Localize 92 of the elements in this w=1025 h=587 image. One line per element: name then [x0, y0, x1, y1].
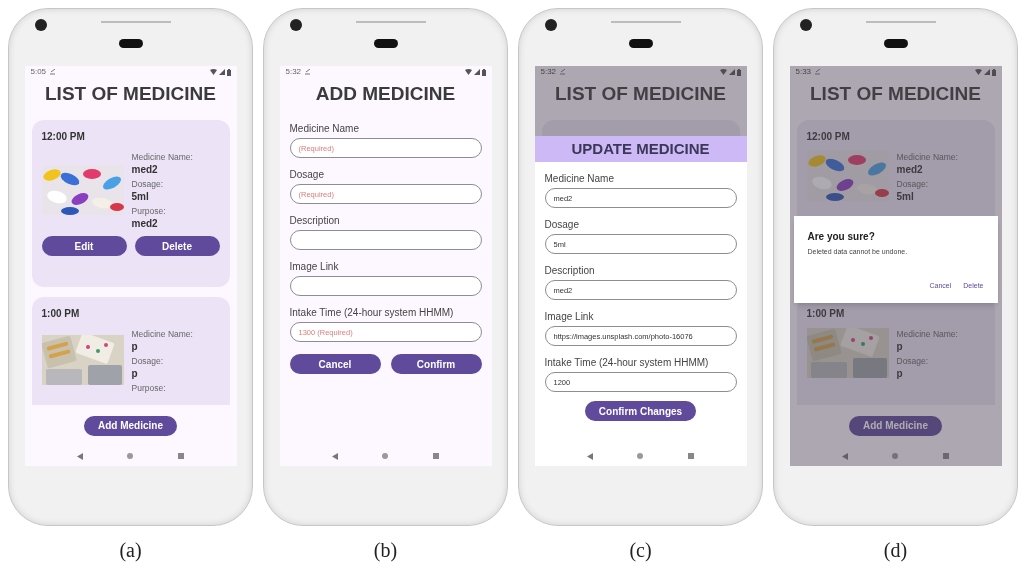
figure-caption: (b)	[373, 538, 398, 562]
button[interactable]: Add Medicine	[849, 415, 942, 436]
camera-icon	[35, 19, 47, 31]
notification-icon	[304, 69, 312, 75]
status-time: 5:32	[285, 68, 302, 76]
button[interactable]: Add Medicine	[84, 415, 177, 436]
field-value: p	[131, 367, 139, 380]
home-icon	[127, 453, 134, 459]
field-value: med2	[131, 217, 159, 230]
field-label: Dosage:	[131, 179, 165, 190]
signal-icon	[728, 69, 735, 75]
signal-icon	[473, 69, 480, 75]
screen-title: ADD MEDICINE	[314, 82, 457, 106]
screen-title: LIST OF MEDICINE	[554, 82, 727, 106]
wifi-icon	[974, 69, 982, 75]
field-value: p	[896, 340, 904, 353]
field-label: Dosage:	[896, 356, 930, 367]
battery-icon	[736, 68, 741, 76]
field-label: Intake Time (24-hour system HHMM)	[289, 306, 455, 319]
field-value: p	[896, 367, 904, 380]
field-label: Purpose:	[131, 383, 167, 394]
notification-icon	[49, 69, 57, 75]
field-label: Description	[544, 264, 596, 277]
screen-title: LIST OF MEDICINE	[809, 82, 982, 106]
home-icon	[637, 453, 644, 459]
field-label: Medicine Name:	[896, 329, 958, 340]
field-value: 5ml	[131, 190, 150, 203]
figure-caption: (d)	[883, 538, 908, 562]
back-icon	[586, 452, 593, 460]
recents-icon	[178, 453, 185, 459]
battery-icon	[226, 68, 231, 76]
battery-icon	[991, 68, 996, 76]
home-icon	[382, 453, 389, 459]
intake-time: 12:00 PM	[806, 130, 851, 143]
camera-icon	[545, 19, 557, 31]
notification-icon	[559, 69, 567, 75]
intake-time: 1:00 PM	[806, 307, 846, 320]
field-label: Image Link	[544, 310, 595, 323]
field-label: Medicine Name:	[131, 152, 193, 163]
wifi-icon	[209, 69, 217, 75]
field-label: Dosage	[289, 168, 325, 181]
field-label: Dosage	[544, 218, 580, 231]
figure-caption: (a)	[119, 538, 142, 562]
button[interactable]: Confirm Changes	[584, 401, 697, 421]
earpiece	[119, 39, 143, 48]
notification-icon	[814, 69, 822, 75]
field-label: Medicine Name	[289, 122, 360, 135]
button[interactable]: Cancel	[289, 354, 381, 374]
home-icon	[892, 453, 899, 459]
status-time: 5:32	[540, 68, 557, 76]
back-icon	[841, 452, 848, 460]
screen-title: LIST OF MEDICINE	[44, 82, 217, 106]
camera-icon	[290, 19, 302, 31]
button[interactable]: Delete	[134, 236, 220, 256]
intake-time: 1:00 PM	[41, 307, 81, 320]
intake-time: 12:00 PM	[41, 130, 86, 143]
dialog-title: Are you sure?	[807, 230, 876, 243]
field-value: 5ml	[896, 190, 915, 203]
field-label: Purpose:	[131, 206, 167, 217]
field-value: p	[131, 340, 139, 353]
status-time: 5:05	[30, 68, 47, 76]
button[interactable]: Edit	[41, 236, 127, 256]
status-time: 5:33	[795, 68, 812, 76]
camera-icon	[800, 19, 812, 31]
button[interactable]: Confirm	[390, 354, 482, 374]
input-field[interactable]	[289, 276, 482, 296]
back-icon	[331, 452, 338, 460]
earpiece	[629, 39, 653, 48]
earpiece	[884, 39, 908, 48]
field-label: Medicine Name:	[131, 329, 193, 340]
wifi-icon	[719, 69, 727, 75]
field-label: Medicine Name	[544, 172, 615, 185]
signal-icon	[218, 69, 225, 75]
field-label: Medicine Name:	[896, 152, 958, 163]
field-value: med2	[896, 163, 924, 176]
recents-icon	[943, 453, 950, 459]
input-field[interactable]	[289, 230, 482, 250]
wifi-icon	[464, 69, 472, 75]
recents-icon	[688, 453, 695, 459]
sheet-title: UPDATE MEDICINE	[534, 136, 747, 162]
field-label: Dosage:	[131, 356, 165, 367]
figure-caption: (c)	[629, 538, 652, 562]
signal-icon	[983, 69, 990, 75]
recents-icon	[433, 453, 440, 459]
field-label: Dosage:	[896, 179, 930, 190]
field-label: Description	[289, 214, 341, 227]
back-icon	[76, 452, 83, 460]
earpiece	[374, 39, 398, 48]
field-label: Image Link	[289, 260, 340, 273]
field-label: Intake Time (24-hour system HHMM)	[544, 356, 710, 369]
field-value: med2	[131, 163, 159, 176]
battery-icon	[481, 68, 486, 76]
